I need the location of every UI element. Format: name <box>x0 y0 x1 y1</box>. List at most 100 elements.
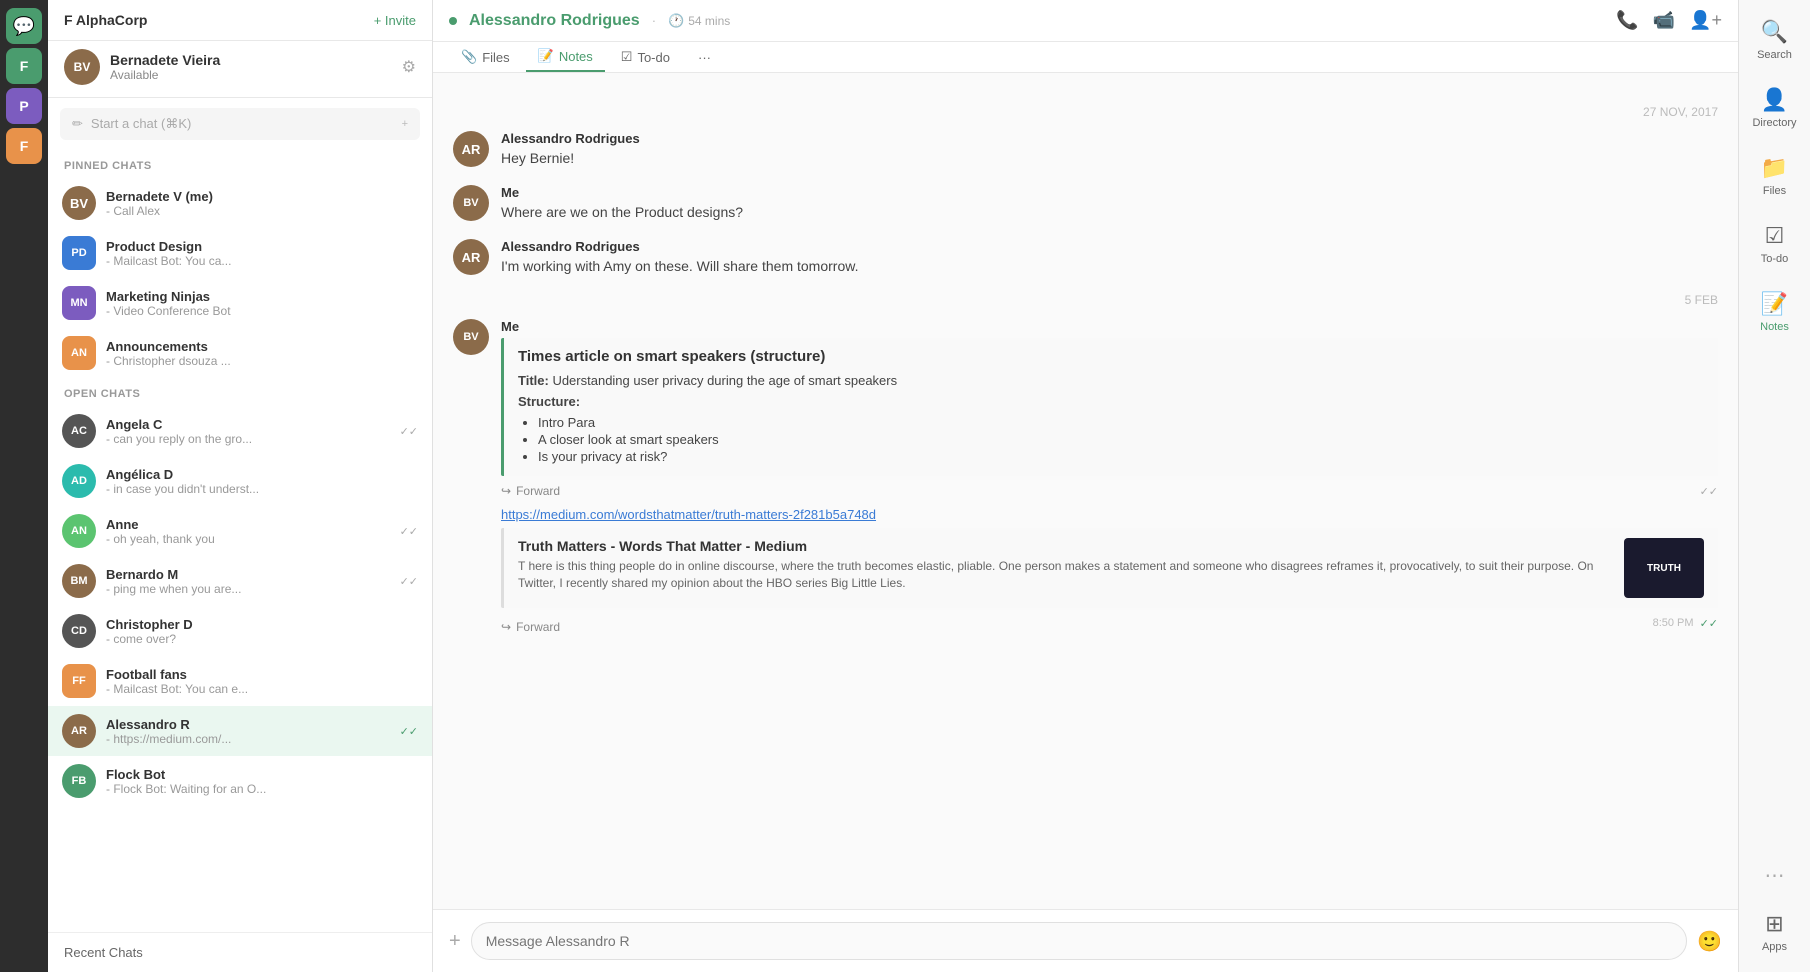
quoted-field-title: Title: Uderstanding user privacy during … <box>518 373 1704 388</box>
chat-preview: - ping me when you are... <box>106 582 390 596</box>
chat-preview: - can you reply on the gro... <box>106 432 390 446</box>
open-chat-flockbot[interactable]: FB Flock Bot - Flock Bot: Waiting for an… <box>48 756 432 806</box>
chat-avatar: AR <box>62 714 96 748</box>
list-item: Is your privacy at risk? <box>538 449 1704 464</box>
chat-preview: - oh yeah, thank you <box>106 532 390 546</box>
chat-preview: - Video Conference Bot <box>106 304 418 318</box>
right-directory-icon[interactable]: 👤 Directory <box>1747 76 1803 140</box>
online-indicator <box>449 17 457 25</box>
right-files-icon[interactable]: 📁 Files <box>1747 144 1803 208</box>
chat-name: Angélica D <box>106 467 418 482</box>
open-chat-angela[interactable]: AC Angela C - can you reply on the gro..… <box>48 406 432 456</box>
apps-symbol: ⊞ <box>1765 911 1783 937</box>
right-sidebar: 🔍 Search 👤 Directory 📁 Files ☑ To-do 📝 N… <box>1738 0 1810 972</box>
chat-name: Football fans <box>106 667 418 682</box>
chat-info: Announcements - Christopher dsouza ... <box>106 339 418 368</box>
message-avatar: AR <box>453 239 489 275</box>
new-chat-button[interactable]: + <box>402 118 408 130</box>
read-check-icon: ✓✓ <box>400 425 418 438</box>
tab-more[interactable]: ··· <box>686 44 723 71</box>
open-chat-alessandro[interactable]: AR Alessandro R - https://medium.com/...… <box>48 706 432 756</box>
files-symbol: 📁 <box>1761 155 1788 181</box>
chat-info: Angélica D - in case you didn't underst.… <box>106 467 418 496</box>
message-input[interactable] <box>471 922 1687 960</box>
message-group: AR Alessandro Rodrigues I'm working with… <box>453 239 1718 277</box>
link-thumbnail: TRUTH <box>1624 538 1704 598</box>
message-sender: Alessandro Rodrigues <box>501 131 1718 146</box>
org-name: F AlphaCorp <box>64 12 147 28</box>
add-member-icon[interactable]: 👤+ <box>1689 10 1722 31</box>
read-check-icon: ✓✓ <box>400 525 418 538</box>
chat-avatar: AN <box>62 514 96 548</box>
chat-name: Product Design <box>106 239 418 254</box>
open-chat-anne[interactable]: AN Anne - oh yeah, thank you ✓✓ <box>48 506 432 556</box>
tab-todo[interactable]: ☑ To-do <box>609 43 682 71</box>
open-chat-christopher[interactable]: CD Christopher D - come over? <box>48 606 432 656</box>
pinned-chat-announcements[interactable]: AN Announcements - Christopher dsouza ..… <box>48 328 432 378</box>
date-separator-feb: 5 FEB <box>453 293 1718 307</box>
right-todo-icon[interactable]: ☑ To-do <box>1747 212 1803 276</box>
open-chat-angelica[interactable]: AD Angélica D - in case you didn't under… <box>48 456 432 506</box>
message-input-area: + 🙂 <box>433 909 1738 972</box>
recent-chats-link[interactable]: Recent Chats <box>48 932 432 972</box>
forward-button[interactable]: ↪ Forward ✓✓ <box>501 484 1718 498</box>
workspace-f2-icon[interactable]: F <box>6 128 42 164</box>
notes-symbol: 📝 <box>1761 291 1788 317</box>
right-notes-icon[interactable]: 📝 Notes <box>1747 280 1803 344</box>
right-search-icon[interactable]: 🔍 Search <box>1747 8 1803 72</box>
emoji-button[interactable]: 🙂 <box>1697 929 1722 954</box>
quoted-block: Times article on smart speakers (structu… <box>501 338 1718 476</box>
more-options-icon[interactable]: ⋯ <box>1757 855 1793 896</box>
apps-label: Apps <box>1762 941 1787 953</box>
voice-call-icon[interactable]: 📞 <box>1616 10 1638 31</box>
add-attachment-button[interactable]: + <box>449 930 461 953</box>
chat-preview: - https://medium.com/... <box>106 732 390 746</box>
tab-files[interactable]: 📎 Files <box>449 43 522 71</box>
notes-label: Notes <box>1760 321 1789 333</box>
link-url[interactable]: https://medium.com/wordsthatmatter/truth… <box>501 507 876 522</box>
chat-rail-icon[interactable]: 💬 <box>6 8 42 44</box>
open-chats-label: OPEN CHATS <box>48 378 432 406</box>
forward-bottom-button[interactable]: ↪ Forward <box>501 620 560 634</box>
pinned-chats-label: PINNED CHATS <box>48 150 432 178</box>
video-call-icon[interactable]: 📹 <box>1653 10 1675 31</box>
chat-header: Alessandro Rodrigues · 🕐 54 mins 📞 📹 👤+ <box>433 0 1738 42</box>
pinned-chat-bernadete[interactable]: BV Bernadete V (me) - Call Alex <box>48 178 432 228</box>
chat-info: Angela C - can you reply on the gro... <box>106 417 390 446</box>
forward-label: Forward <box>516 484 560 498</box>
pinned-chat-product-design[interactable]: PD Product Design - Mailcast Bot: You ca… <box>48 228 432 278</box>
forward-label: Forward <box>516 620 560 634</box>
chat-list: PINNED CHATS BV Bernadete V (me) - Call … <box>48 150 432 932</box>
search-label: Search <box>1757 49 1792 61</box>
chat-preview: - in case you didn't underst... <box>106 482 418 496</box>
org-header: F AlphaCorp + Invite <box>48 0 432 41</box>
chat-tabs: 📎 Files 📝 Notes ☑ To-do ··· <box>433 42 1738 72</box>
workspace-p-icon[interactable]: P <box>6 88 42 124</box>
date-separator-nov: 27 NOV, 2017 <box>453 105 1718 119</box>
quoted-list: Intro Para A closer look at smart speake… <box>538 415 1704 464</box>
workspace-f-icon[interactable]: F <box>6 48 42 84</box>
chat-avatar: AN <box>62 336 96 370</box>
settings-icon[interactable]: ⚙ <box>402 57 416 77</box>
search-placeholder: Start a chat (⌘K) <box>91 116 191 132</box>
chat-time-ago: 54 mins <box>688 14 730 28</box>
chat-info: Alessandro R - https://medium.com/... <box>106 717 390 746</box>
chat-main: Alessandro Rodrigues · 🕐 54 mins 📞 📹 👤+ … <box>433 0 1738 972</box>
right-apps-icon[interactable]: ⊞ Apps <box>1747 900 1803 964</box>
tab-notes[interactable]: 📝 Notes <box>526 42 605 72</box>
invite-button[interactable]: + Invite <box>374 13 416 28</box>
search-symbol: 🔍 <box>1761 19 1788 45</box>
chat-name: Christopher D <box>106 617 418 632</box>
open-chat-bernardo[interactable]: BM Bernardo M - ping me when you are... … <box>48 556 432 606</box>
read-check-icon: ✓✓ <box>400 725 418 738</box>
separator: · <box>652 13 656 28</box>
message-text: Hey Bernie! <box>501 148 1718 169</box>
icon-rail: 💬 F P F <box>0 0 48 972</box>
search-bar[interactable]: ✏ Start a chat (⌘K) + <box>60 108 420 140</box>
message-content: Me Times article on smart speakers (stru… <box>501 319 1718 634</box>
pinned-chat-marketing[interactable]: MN Marketing Ninjas - Video Conference B… <box>48 278 432 328</box>
read-check-icon: ✓✓ <box>400 575 418 588</box>
chat-avatar: FF <box>62 664 96 698</box>
chat-preview: - come over? <box>106 632 418 646</box>
open-chat-football[interactable]: FF Football fans - Mailcast Bot: You can… <box>48 656 432 706</box>
